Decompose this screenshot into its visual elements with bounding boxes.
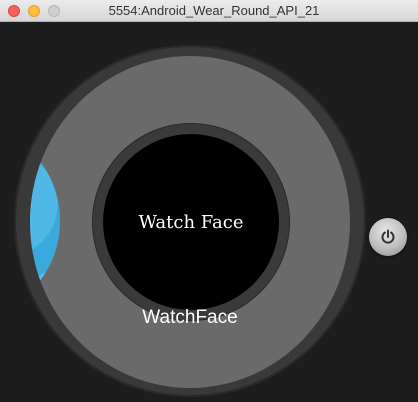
- power-button[interactable]: [369, 218, 407, 256]
- watchface-preview-text: Watch Face: [138, 211, 244, 233]
- window-titlebar[interactable]: 5554:Android_Wear_Round_API_21: [0, 0, 418, 22]
- power-icon: [381, 229, 395, 244]
- adjacent-watchface-disc: [30, 146, 60, 296]
- window-title: 5554:Android_Wear_Round_API_21: [108, 3, 320, 18]
- emulator-content: Watch Face WatchFace: [0, 22, 418, 402]
- watchface-name-label: WatchFace: [142, 307, 238, 328]
- adjacent-watchface-preview[interactable]: [30, 146, 62, 296]
